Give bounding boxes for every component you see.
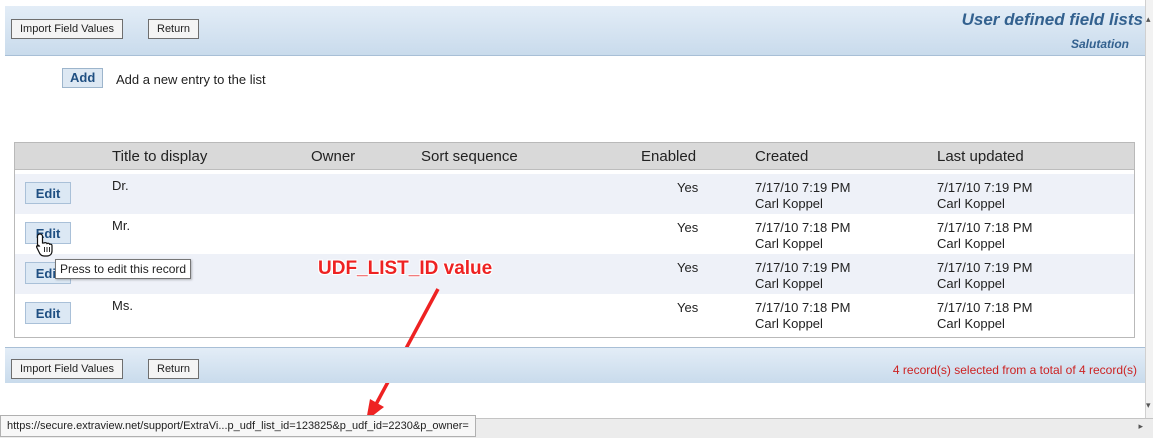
column-created: Created [755,148,809,165]
column-owner: Owner [311,148,356,165]
cell-updated-date: 7/17/10 7:19 PM [937,180,1033,195]
scroll-right-icon[interactable]: ▸ [1138,421,1143,432]
add-button[interactable]: Add [62,68,104,88]
column-enabled: Enabled [641,148,697,165]
edit-button[interactable]: Edit [25,222,71,244]
return-button-bottom[interactable]: Return [148,359,200,379]
add-description: Add a new entry to the list [116,72,266,87]
cell-created-date: 7/17/10 7:19 PM [755,180,851,195]
cell-created-date: 7/17/10 7:19 PM [755,260,851,275]
edit-button[interactable]: Edit [25,302,71,324]
cell-updated-date: 7/17/10 7:18 PM [937,300,1033,315]
status-bar: https://secure.extraview.net/support/Ext… [0,415,1153,438]
table-header: Title to display Owner Sort sequence Ena… [15,143,1134,170]
cell-title: Mr. [112,218,131,233]
cell-enabled: Yes [677,180,699,195]
top-toolbar: Import Field Values Return User defined … [5,6,1145,56]
cell-updated-by: Carl Koppel [937,196,1005,211]
cell-created-by: Carl Koppel [755,236,823,251]
cell-created-date: 7/17/10 7:18 PM [755,300,851,315]
column-last-updated: Last updated [937,148,1024,165]
column-sort-sequence: Sort sequence [421,148,518,165]
bottom-toolbar: Import Field Values Return 4 record(s) s… [5,347,1145,383]
records-table: Title to display Owner Sort sequence Ena… [14,142,1135,338]
scroll-down-icon[interactable]: ▾ [1146,400,1151,411]
table-row: Edit Ms. Yes 7/17/10 7:18 PM Carl Koppel… [15,294,1134,334]
cell-enabled: Yes [677,260,699,275]
import-field-values-button[interactable]: Import Field Values [11,19,123,39]
cell-enabled: Yes [677,300,699,315]
page-title: User defined field lists [961,10,1143,29]
cell-created-by: Carl Koppel [755,316,823,331]
edit-tooltip: Press to edit this record [55,259,192,279]
cell-title: Ms. [112,298,133,313]
cell-updated-date: 7/17/10 7:18 PM [937,220,1033,235]
edit-button[interactable]: Edit [25,182,71,204]
udf-list-id-annotation: UDF_LIST_ID value [318,258,493,279]
cell-updated-date: 7/17/10 7:19 PM [937,260,1033,275]
cell-created-date: 7/17/10 7:18 PM [755,220,851,235]
vertical-scrollbar[interactable]: ▴ ▾ [1145,0,1153,418]
import-field-values-button-bottom[interactable]: Import Field Values [11,359,123,379]
scroll-up-icon[interactable]: ▴ [1146,14,1151,25]
page-subtitle: Salutation [1070,37,1129,51]
column-title: Title to display [112,148,208,165]
cell-title: Dr. [112,178,129,193]
cell-created-by: Carl Koppel [755,196,823,211]
cell-updated-by: Carl Koppel [937,316,1005,331]
table-row: Edit Dr. Yes 7/17/10 7:19 PM Carl Koppel… [15,174,1134,214]
cell-enabled: Yes [677,220,699,235]
cell-updated-by: Carl Koppel [937,236,1005,251]
status-url: https://secure.extraview.net/support/Ext… [0,415,476,437]
record-count: 4 record(s) selected from a total of 4 r… [892,363,1137,377]
table-row: Edit Mr. Yes 7/17/10 7:18 PM Carl Koppel… [15,214,1134,254]
cell-created-by: Carl Koppel [755,276,823,291]
return-button[interactable]: Return [148,19,200,39]
cell-updated-by: Carl Koppel [937,276,1005,291]
